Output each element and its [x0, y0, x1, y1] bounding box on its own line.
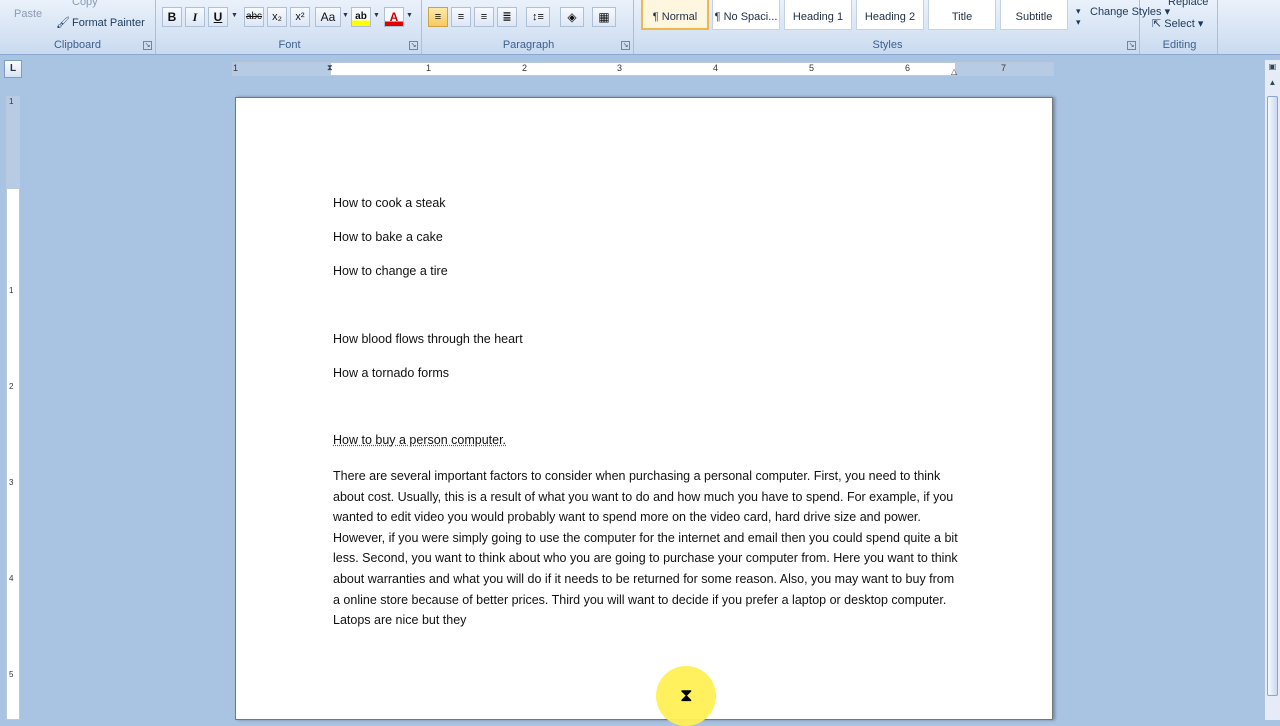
underline-dropdown-icon[interactable]: ▼	[231, 12, 238, 19]
justify-button[interactable]: ≣	[497, 7, 517, 27]
ruler-number: 1	[426, 63, 432, 73]
hourglass-icon: ⧗	[680, 685, 693, 705]
ruler-number: 1	[233, 63, 239, 73]
clipboard-group-label: Clipboard	[53, 39, 102, 51]
copy-button[interactable]: Copy	[72, 0, 98, 8]
paragraph-group-label: Paragraph	[502, 39, 555, 51]
document-page[interactable]: How to cook a steak How to bake a cake H…	[235, 97, 1053, 720]
highlight-button[interactable]: ab	[351, 7, 371, 27]
select-label: Select	[1164, 18, 1195, 30]
scroll-up-icon[interactable]: ▲	[1266, 78, 1279, 92]
style-heading-1[interactable]: Heading 1	[784, 0, 852, 30]
bold-button[interactable]: B	[162, 7, 182, 27]
ruler-number: 3	[9, 478, 14, 487]
select-arrow-icon: ⇱	[1152, 18, 1162, 30]
horizontal-ruler[interactable]: 1 1 2 3 4 5 6 7 ⧗ △	[232, 62, 1054, 76]
align-right-button[interactable]: ≡	[474, 7, 494, 27]
ruler-left-margin	[233, 63, 331, 75]
replace-label: Replace	[1168, 0, 1209, 8]
doc-line-steak[interactable]: How to cook a steak	[333, 196, 446, 210]
right-indent-marker-icon[interactable]: △	[951, 67, 957, 76]
format-painter-icon: 🖌	[56, 17, 70, 29]
styles-more-icon[interactable]: ▾ ▾	[1076, 6, 1081, 28]
line-spacing-button[interactable]: ↕≡	[526, 7, 550, 27]
font-group: B I U ▼ abc x₂ x² Aa ▼ ab ▼ A ▼ Font ↘	[158, 0, 422, 54]
italic-button[interactable]: I	[185, 7, 205, 27]
select-button[interactable]: ⇱ Select ▾	[1152, 17, 1203, 30]
align-center-button[interactable]: ≡	[451, 7, 471, 27]
paragraph-group: ≡ ≡ ≡ ≣ ↕≡ ◈ ▦ Paragraph ↘	[424, 0, 634, 54]
font-color-button[interactable]: A	[384, 7, 404, 27]
doc-line-tornado[interactable]: How a tornado forms	[333, 366, 449, 380]
change-styles-button[interactable]: Change Styles ▾	[1090, 6, 1170, 18]
ruler-number: 5	[809, 63, 815, 73]
ruler-number: 2	[522, 63, 528, 73]
scrollbar-thumb[interactable]	[1267, 96, 1278, 696]
borders-button[interactable]: ▦	[592, 7, 616, 27]
change-case-dropdown-icon[interactable]: ▼	[342, 12, 349, 19]
style-normal[interactable]: ¶ Normal	[641, 0, 709, 30]
change-case-button[interactable]: Aa	[315, 7, 341, 27]
left-indent-marker-icon[interactable]: ⧗	[327, 63, 333, 73]
paste-button[interactable]: Paste	[14, 8, 42, 20]
ruler-number: 1	[9, 97, 14, 106]
font-group-label: Font	[278, 39, 301, 51]
editing-group-label: Editing	[1162, 39, 1197, 51]
doc-line-cake[interactable]: How to bake a cake	[333, 230, 443, 244]
font-launcher-icon[interactable]: ↘	[409, 41, 418, 50]
ruler-number: 4	[713, 63, 719, 73]
vertical-ruler[interactable]: 1 1 2 3 4 5	[6, 96, 20, 720]
doc-line-computer-heading[interactable]: How to buy a person computer.	[333, 433, 506, 447]
style-title[interactable]: Title	[928, 0, 996, 30]
font-color-dropdown-icon[interactable]: ▼	[406, 12, 413, 19]
style-subtitle[interactable]: Subtitle	[1000, 0, 1068, 30]
ruler-number: 1	[9, 286, 14, 295]
align-left-button[interactable]: ≡	[428, 7, 448, 27]
clipboard-launcher-icon[interactable]: ↘	[143, 41, 152, 50]
replace-button[interactable]: Replace	[1152, 0, 1208, 8]
doc-line-tire[interactable]: How to change a tire	[333, 264, 448, 278]
ruler-number: 6	[905, 63, 911, 73]
ruler-number: 7	[1001, 63, 1007, 73]
format-painter-button[interactable]: Format Painter	[72, 17, 145, 29]
ruler-number: 2	[9, 382, 14, 391]
style-no-spacing[interactable]: ¶ No Spaci...	[712, 0, 780, 30]
ruler-top-margin	[7, 97, 19, 189]
shading-button[interactable]: ◈	[560, 7, 584, 27]
tab-selector-button[interactable]: L	[4, 60, 22, 78]
ruler-number: 3	[617, 63, 623, 73]
paragraph-launcher-icon[interactable]: ↘	[621, 41, 630, 50]
superscript-button[interactable]: x²	[290, 7, 310, 27]
editing-group: Replace ⇱ Select ▾ Editing	[1142, 0, 1218, 54]
ruler-number: 4	[9, 574, 14, 583]
underline-button[interactable]: U	[208, 7, 228, 27]
clipboard-group: Paste Copy 🖌 Format Painter Clipboard ↘	[0, 0, 156, 54]
subscript-button[interactable]: x₂	[267, 7, 287, 27]
strikethrough-button[interactable]: abc	[244, 7, 264, 27]
ruler-number: 5	[9, 670, 14, 679]
view-ruler-icon[interactable]: ▣	[1266, 62, 1279, 76]
ribbon: Paste Copy 🖌 Format Painter Clipboard ↘ …	[0, 0, 1280, 55]
styles-launcher-icon[interactable]: ↘	[1127, 41, 1136, 50]
highlight-dropdown-icon[interactable]: ▼	[373, 12, 380, 19]
style-heading-2[interactable]: Heading 2	[856, 0, 924, 30]
doc-paragraph[interactable]: There are several important factors to c…	[333, 466, 958, 631]
styles-group: ¶ Normal ¶ No Spaci... Heading 1 Heading…	[636, 0, 1170, 54]
vertical-scrollbar[interactable]: ▣ ▲	[1264, 60, 1280, 720]
doc-line-heart[interactable]: How blood flows through the heart	[333, 332, 523, 346]
styles-group-label: Styles	[872, 39, 903, 51]
